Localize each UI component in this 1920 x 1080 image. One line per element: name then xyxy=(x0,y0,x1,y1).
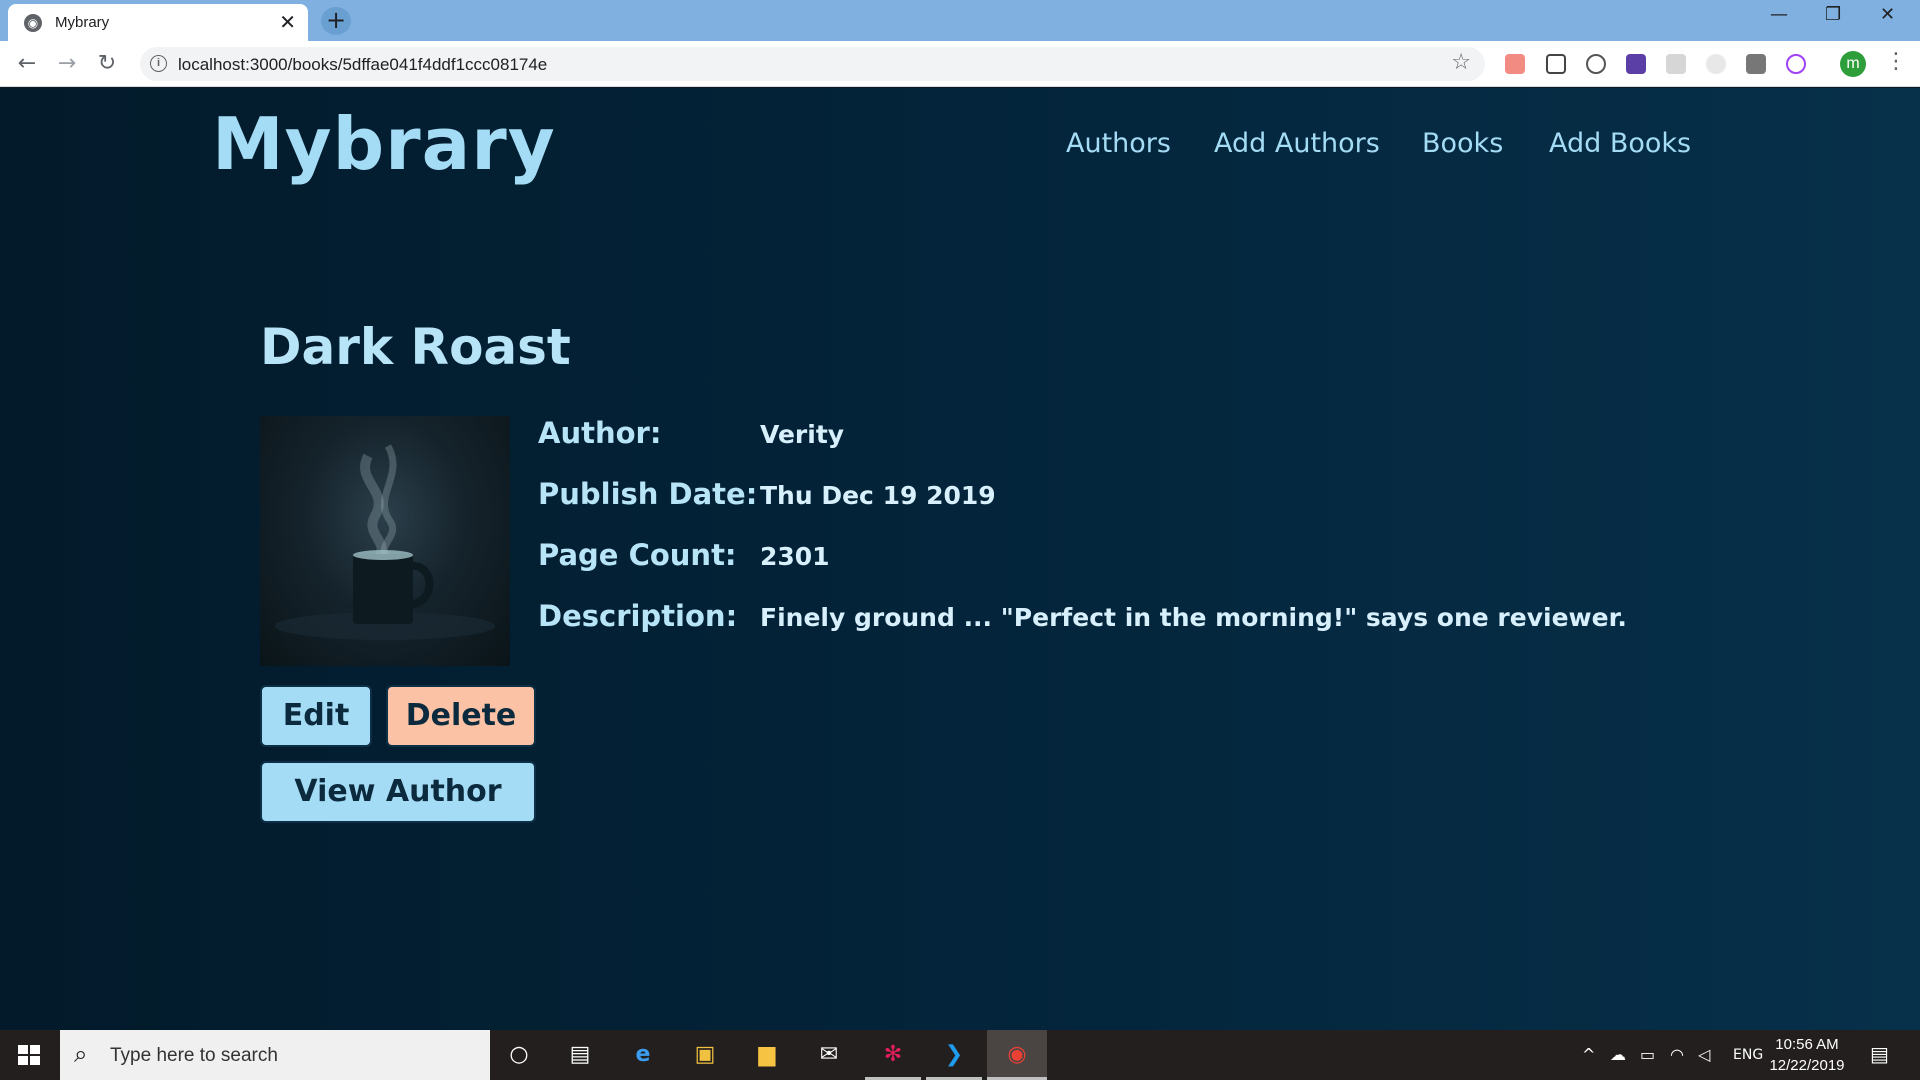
minimize-icon[interactable]: — xyxy=(1770,4,1788,25)
vscode-icon: ❯ xyxy=(944,1042,964,1067)
puzzle-icon[interactable] xyxy=(1746,54,1766,74)
extension-icon[interactable] xyxy=(1586,54,1606,74)
onedrive-icon[interactable]: ☁ xyxy=(1610,1045,1626,1064)
store-icon[interactable]: ▣ xyxy=(689,1040,721,1070)
profile-avatar[interactable]: m xyxy=(1840,51,1866,77)
delete-button[interactable]: Delete xyxy=(386,685,536,747)
battery-icon[interactable]: ▭ xyxy=(1640,1045,1655,1064)
new-tab-button[interactable]: + xyxy=(321,7,351,35)
language-indicator[interactable]: ENG xyxy=(1733,1047,1763,1063)
kebab-menu-icon[interactable]: ⋮ xyxy=(1885,49,1907,74)
extension-icon[interactable] xyxy=(1786,54,1806,74)
view-author-button[interactable]: View Author xyxy=(260,761,536,823)
chrome-taskbar-item[interactable]: ◉ xyxy=(987,1030,1047,1080)
wifi-icon[interactable]: ◠ xyxy=(1670,1045,1684,1064)
screenshot-icon[interactable] xyxy=(1546,54,1566,74)
nav-link-books[interactable]: Books xyxy=(1422,128,1503,159)
browser-tab[interactable]: ◉ Mybrary ✕ xyxy=(8,4,308,41)
nav-link-add-books[interactable]: Add Books xyxy=(1549,128,1691,159)
book-cover-image xyxy=(260,416,510,666)
page-count-label: Page Count: xyxy=(538,538,737,572)
slack-icon: ✻ xyxy=(883,1042,903,1067)
globe-icon: ◉ xyxy=(24,14,42,32)
reload-icon[interactable]: ↻ xyxy=(93,50,121,78)
info-icon[interactable]: i xyxy=(150,55,167,72)
edge-browser-icon[interactable]: e xyxy=(627,1040,659,1070)
search-placeholder: Type here to search xyxy=(110,1045,278,1066)
taskbar-search-box[interactable]: ⌕ Type here to search xyxy=(60,1030,490,1080)
task-view-icon[interactable]: ▤ xyxy=(564,1040,596,1070)
windows-start-icon[interactable] xyxy=(18,1045,40,1065)
notifications-icon[interactable]: ▤ xyxy=(1870,1042,1889,1066)
page-count-value: 2301 xyxy=(760,542,830,571)
description-value: Finely ground ... "Perfect in the mornin… xyxy=(760,603,1627,632)
windows-taskbar: ⌕ Type here to search ○ ▤ e ▣ ▆ ✉ ✻ ❯ ◉ … xyxy=(0,1030,1920,1080)
address-bar[interactable]: i localhost:3000/books/5dffae041f4ddf1cc… xyxy=(140,47,1485,81)
book-title: Dark Roast xyxy=(260,318,571,376)
browser-tab-strip: ◉ Mybrary ✕ + — ❐ ✕ xyxy=(0,0,1920,41)
extension-icon[interactable] xyxy=(1666,54,1686,74)
clock-date: 12/22/2019 xyxy=(1769,1057,1845,1074)
site-brand[interactable]: Mybrary xyxy=(212,102,556,186)
cortana-icon[interactable]: ○ xyxy=(503,1040,535,1070)
edit-button[interactable]: Edit xyxy=(260,685,372,747)
mail-icon[interactable]: ✉ xyxy=(813,1040,845,1070)
nav-link-add-authors[interactable]: Add Authors xyxy=(1214,128,1380,159)
browser-toolbar: ← → ↻ i localhost:3000/books/5dffae041f4… xyxy=(0,41,1920,87)
publish-date-label: Publish Date: xyxy=(538,477,758,511)
author-value: Verity xyxy=(760,420,845,449)
close-window-icon[interactable]: ✕ xyxy=(1880,4,1895,25)
extension-icon[interactable] xyxy=(1706,54,1726,74)
chrome-icon: ◉ xyxy=(1007,1042,1027,1067)
clock-time: 10:56 AM xyxy=(1775,1036,1839,1053)
url-text[interactable]: localhost:3000/books/5dffae041f4ddf1ccc0… xyxy=(178,55,547,75)
tab-title: Mybrary xyxy=(55,14,110,31)
star-icon[interactable]: ☆ xyxy=(1451,50,1471,75)
back-icon[interactable]: ← xyxy=(13,50,41,78)
restore-icon[interactable]: ❐ xyxy=(1825,4,1841,25)
extension-icon[interactable] xyxy=(1626,54,1646,74)
forward-icon[interactable]: → xyxy=(53,50,81,78)
author-label: Author: xyxy=(538,416,662,450)
volume-icon[interactable]: ◁ xyxy=(1698,1045,1710,1064)
publish-date-value: Thu Dec 19 2019 xyxy=(760,481,996,510)
file-explorer-icon[interactable]: ▆ xyxy=(751,1040,783,1070)
search-icon: ⌕ xyxy=(74,1040,88,1068)
system-clock[interactable]: 10:56 AM 12/22/2019 xyxy=(1762,1034,1852,1076)
vscode-taskbar-item[interactable]: ❯ xyxy=(926,1030,982,1080)
page-content: Mybrary Authors Add Authors Books Add Bo… xyxy=(0,88,1920,1030)
close-tab-icon[interactable]: ✕ xyxy=(279,10,296,34)
description-label: Description: xyxy=(538,599,738,633)
extension-icon[interactable] xyxy=(1505,54,1525,74)
nav-link-authors[interactable]: Authors xyxy=(1066,128,1171,159)
slack-taskbar-item[interactable]: ✻ xyxy=(865,1030,921,1080)
chevron-up-icon[interactable]: ^ xyxy=(1582,1045,1595,1064)
